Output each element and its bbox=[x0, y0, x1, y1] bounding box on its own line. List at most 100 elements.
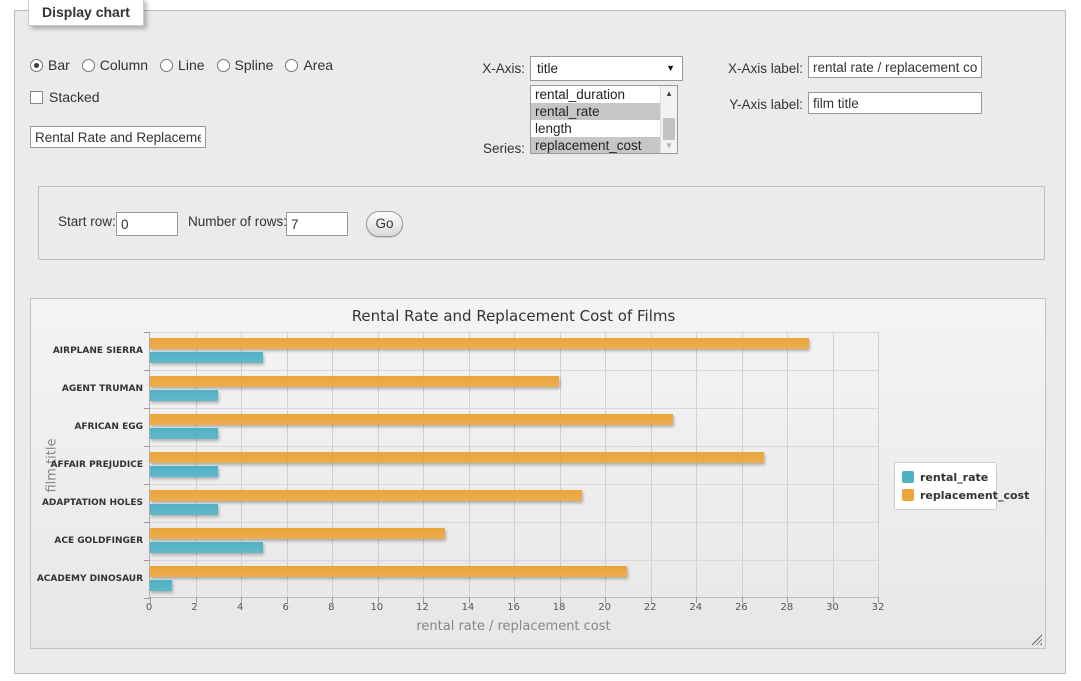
x-tick-label: 6 bbox=[283, 602, 289, 613]
legend-swatch bbox=[902, 471, 914, 483]
category-band bbox=[150, 522, 878, 560]
radio-icon[interactable] bbox=[160, 59, 173, 72]
legend-item[interactable]: rental_rate bbox=[902, 468, 992, 486]
x-axis-select[interactable]: title ▼ bbox=[530, 56, 683, 81]
legend-label: replacement_cost bbox=[920, 489, 1029, 502]
series-select-label: Series: bbox=[455, 141, 525, 156]
display-chart-panel: Display chart BarColumnLineSplineArea St… bbox=[14, 10, 1066, 674]
x-tick-label: 24 bbox=[689, 602, 702, 613]
x-tick-label: 14 bbox=[462, 602, 475, 613]
bar-rental_rate bbox=[150, 352, 263, 363]
bar-rental_rate bbox=[150, 580, 172, 591]
x-tick-label: 8 bbox=[328, 602, 334, 613]
x-axis-ticks: 02468101214161820222426283032 bbox=[149, 602, 878, 614]
category-label: AIRPLANE SIERRA bbox=[31, 332, 143, 370]
category-band bbox=[150, 484, 878, 522]
bar-rental_rate bbox=[150, 390, 218, 401]
x-tick-label: 28 bbox=[781, 602, 794, 613]
chart-type-option-bar[interactable]: Bar bbox=[30, 57, 70, 73]
y-axis-label-label: Y-Axis label: bbox=[713, 97, 803, 112]
bar-replacement_cost bbox=[150, 452, 764, 463]
gridline bbox=[878, 332, 879, 597]
radio-label: Area bbox=[303, 57, 333, 73]
category-band bbox=[150, 332, 878, 370]
x-axis-label-input[interactable] bbox=[808, 56, 982, 78]
panel-title: Display chart bbox=[28, 0, 144, 26]
x-tick-label: 12 bbox=[416, 602, 429, 613]
start-row-input[interactable] bbox=[116, 212, 178, 236]
x-tick-label: 20 bbox=[598, 602, 611, 613]
chart-legend: rental_ratereplacement_cost bbox=[894, 462, 997, 510]
scrollbar-up-button[interactable]: ▲ bbox=[661, 86, 677, 101]
radio-icon[interactable] bbox=[82, 59, 95, 72]
radio-icon[interactable] bbox=[285, 59, 298, 72]
stacked-label: Stacked bbox=[49, 89, 100, 105]
radio-icon[interactable] bbox=[217, 59, 230, 72]
x-axis-label-label: X-Axis label: bbox=[713, 61, 803, 76]
category-label: ADAPTATION HOLES bbox=[31, 484, 143, 522]
x-tick-label: 16 bbox=[507, 602, 520, 613]
category-band bbox=[150, 370, 878, 408]
bar-replacement_cost bbox=[150, 490, 582, 501]
bar-rental_rate bbox=[150, 504, 218, 515]
chart-type-option-line[interactable]: Line bbox=[160, 57, 204, 73]
category-band bbox=[150, 560, 878, 598]
category-band bbox=[150, 408, 878, 446]
category-label: AFRICAN EGG bbox=[31, 408, 143, 446]
chart-type-option-spline[interactable]: Spline bbox=[217, 57, 274, 73]
chart-container: Rental Rate and Replacement Cost of Film… bbox=[30, 298, 1046, 649]
legend-swatch bbox=[902, 489, 914, 501]
category-band bbox=[150, 446, 878, 484]
chart-title-input[interactable] bbox=[30, 126, 206, 148]
x-axis-selected-value: title bbox=[537, 61, 558, 76]
series-option[interactable]: replacement_cost bbox=[531, 137, 660, 154]
x-axis-select-label: X-Axis: bbox=[455, 61, 525, 76]
radio-label: Column bbox=[100, 57, 148, 73]
number-of-rows-label: Number of rows: bbox=[188, 214, 287, 229]
x-tick-label: 26 bbox=[735, 602, 748, 613]
rows-panel: Start row: Number of rows: Go bbox=[38, 186, 1045, 260]
category-label: ACE GOLDFINGER bbox=[31, 522, 143, 560]
series-listbox[interactable]: rental_durationrental_ratelengthreplacem… bbox=[530, 85, 678, 154]
radio-label: Bar bbox=[48, 57, 70, 73]
x-axis-title: rental rate / replacement cost bbox=[149, 619, 878, 634]
number-of-rows-input[interactable] bbox=[286, 212, 348, 236]
x-tick-label: 22 bbox=[644, 602, 657, 613]
series-option[interactable]: rental_duration bbox=[531, 86, 660, 103]
bar-replacement_cost bbox=[150, 338, 809, 349]
category-label: AGENT TRUMAN bbox=[31, 370, 143, 408]
x-tick-label: 2 bbox=[191, 602, 197, 613]
x-tick-label: 0 bbox=[146, 602, 152, 613]
x-tick-label: 30 bbox=[826, 602, 839, 613]
bar-rental_rate bbox=[150, 428, 218, 439]
category-label: AFFAIR PREJUDICE bbox=[31, 446, 143, 484]
series-option[interactable]: rental_rate bbox=[531, 103, 660, 120]
x-tick-label: 18 bbox=[553, 602, 566, 613]
chart-type-group: Bar Column Line Spline Area bbox=[30, 57, 345, 73]
bar-replacement_cost bbox=[150, 566, 627, 577]
x-tick-label: 10 bbox=[370, 602, 383, 613]
stacked-checkbox[interactable] bbox=[30, 91, 43, 104]
chart-type-option-column[interactable]: Column bbox=[82, 57, 148, 73]
bar-replacement_cost bbox=[150, 376, 559, 387]
y-axis-label-input[interactable] bbox=[808, 92, 982, 114]
series-options: rental_durationrental_ratelengthreplacem… bbox=[531, 86, 677, 154]
radio-icon[interactable] bbox=[30, 59, 43, 72]
chart-type-option-area[interactable]: Area bbox=[285, 57, 333, 73]
listbox-scrollbar[interactable]: ▲ ▼ bbox=[660, 86, 677, 153]
radio-label: Line bbox=[178, 57, 204, 73]
stacked-row: Stacked bbox=[30, 89, 100, 105]
chevron-down-icon: ▼ bbox=[666, 57, 675, 80]
bar-replacement_cost bbox=[150, 414, 673, 425]
category-label: ACADEMY DINOSAUR bbox=[31, 560, 143, 598]
legend-item[interactable]: replacement_cost bbox=[902, 486, 992, 504]
series-option[interactable]: length bbox=[531, 120, 660, 137]
resize-handle-icon[interactable] bbox=[1031, 634, 1042, 645]
go-button[interactable]: Go bbox=[366, 211, 403, 237]
x-tick-label: 32 bbox=[872, 602, 885, 613]
plot-area bbox=[149, 332, 878, 598]
bar-rental_rate bbox=[150, 466, 218, 477]
bar-replacement_cost bbox=[150, 528, 445, 539]
scrollbar-down-button[interactable]: ▼ bbox=[661, 138, 677, 153]
scrollbar-thumb[interactable] bbox=[663, 118, 675, 140]
